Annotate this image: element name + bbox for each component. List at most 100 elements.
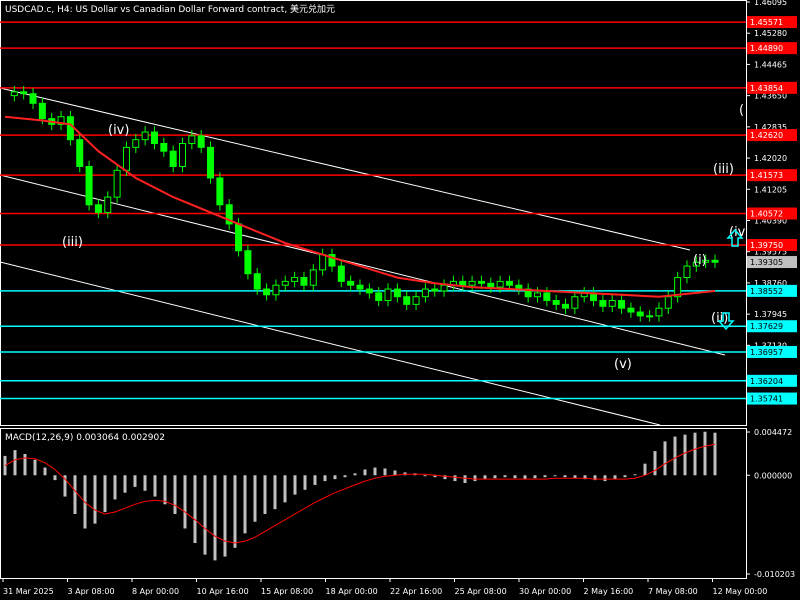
wave-label: (iii): [62, 235, 83, 250]
candle[interactable]: [94, 204, 102, 213]
macd-panel[interactable]: 0.004472 0.000000 -0.010203: [0, 428, 796, 579]
candle[interactable]: [244, 250, 252, 275]
candle[interactable]: [150, 131, 158, 145]
support-level-label: 1.37629: [750, 322, 783, 331]
macd-histogram-bar: [713, 432, 717, 476]
macd-histogram-bar: [633, 474, 637, 476]
candle[interactable]: [534, 292, 541, 298]
candle[interactable]: [10, 91, 18, 97]
candle[interactable]: [562, 303, 570, 309]
resistance-level-label: 1.41573: [750, 171, 783, 180]
candle[interactable]: [375, 292, 383, 302]
macd-histogram-bar: [253, 475, 257, 522]
macd-histogram-bar: [513, 475, 517, 479]
candle[interactable]: [263, 288, 271, 296]
macd-histogram-bar: [73, 475, 77, 514]
candle[interactable]: [365, 288, 373, 294]
candle[interactable]: [646, 315, 654, 318]
price-tick-label: 1.37945: [754, 310, 787, 319]
candle[interactable]: [197, 135, 205, 148]
candle[interactable]: [664, 296, 672, 309]
price-tick-label: 1.44465: [754, 60, 787, 69]
candle[interactable]: [421, 288, 429, 298]
macd-histogram-bar: [483, 475, 487, 480]
macd-histogram-bar: [23, 453, 27, 476]
macd-histogram-bar: [293, 475, 297, 495]
macd-histogram-bar: [603, 475, 607, 482]
macd-histogram-bar: [313, 475, 317, 485]
candle[interactable]: [85, 165, 93, 206]
candle[interactable]: [216, 177, 224, 206]
time-label: 8 Apr 00:00: [132, 587, 179, 596]
candle[interactable]: [477, 280, 485, 284]
candle[interactable]: [618, 300, 626, 309]
support-level-label: 1.36204: [750, 377, 783, 386]
candle[interactable]: [66, 116, 74, 141]
candle[interactable]: [655, 307, 663, 317]
candle[interactable]: [76, 139, 84, 167]
macd-histogram-bar: [533, 475, 537, 479]
macd-histogram-bar: [193, 475, 197, 544]
candle[interactable]: [608, 300, 616, 307]
candle[interactable]: [38, 102, 46, 120]
time-label: 7 May 08:00: [648, 587, 698, 596]
macd-histogram-bar: [33, 459, 37, 476]
macd-tick-label: -0.010203: [754, 570, 795, 579]
macd-histogram-bar: [363, 469, 367, 476]
candle[interactable]: [207, 146, 215, 179]
candle[interactable]: [543, 292, 551, 302]
candle[interactable]: [393, 288, 401, 298]
candle[interactable]: [412, 296, 420, 305]
candle[interactable]: [505, 280, 513, 286]
candle[interactable]: [459, 280, 467, 286]
candle[interactable]: [683, 265, 691, 279]
price-panel[interactable]: 1.460951.452801.444651.436501.428351.420…: [0, 0, 797, 426]
candle[interactable]: [188, 135, 196, 145]
candle[interactable]: [20, 91, 28, 95]
resistance-level-label: 1.39750: [750, 241, 783, 250]
candle[interactable]: [552, 300, 560, 305]
macd-histogram-bar: [563, 475, 567, 478]
candle[interactable]: [169, 150, 177, 167]
candle[interactable]: [403, 296, 411, 305]
candle[interactable]: [627, 307, 635, 313]
candle[interactable]: [160, 143, 168, 152]
candle[interactable]: [272, 284, 280, 296]
candle[interactable]: [113, 169, 121, 198]
candle[interactable]: [496, 280, 504, 288]
candle[interactable]: [309, 269, 317, 286]
candle[interactable]: [300, 277, 308, 286]
wave-label: (iv): [108, 123, 129, 138]
macd-histogram-bar: [103, 475, 107, 513]
candle[interactable]: [337, 265, 345, 282]
candle[interactable]: [347, 280, 355, 286]
candle[interactable]: [104, 196, 112, 213]
candle[interactable]: [29, 93, 37, 104]
channel-line: [0, 87, 691, 251]
candle[interactable]: [122, 146, 130, 171]
candle[interactable]: [179, 143, 186, 167]
candle[interactable]: [440, 284, 448, 292]
time-label: 25 Apr 08:00: [455, 587, 507, 596]
candle[interactable]: [711, 259, 719, 263]
candle[interactable]: [132, 139, 140, 148]
candle[interactable]: [384, 288, 392, 302]
candle[interactable]: [281, 280, 289, 286]
candle[interactable]: [487, 282, 495, 288]
candle[interactable]: [468, 280, 476, 286]
candle[interactable]: [253, 273, 261, 290]
candle[interactable]: [356, 284, 364, 290]
candle[interactable]: [291, 277, 299, 282]
candle[interactable]: [431, 288, 439, 292]
candle[interactable]: [235, 223, 243, 252]
candle[interactable]: [319, 254, 327, 271]
candle[interactable]: [599, 300, 607, 307]
macd-frame: [0, 428, 747, 579]
macd-tick-label: 0.000000: [754, 471, 792, 480]
candle[interactable]: [571, 296, 579, 309]
macd-histogram-bar: [453, 475, 457, 482]
candle[interactable]: [636, 311, 644, 317]
macd-histogram-bar: [373, 467, 377, 476]
candle[interactable]: [141, 131, 149, 141]
macd-histogram-bar: [643, 463, 647, 476]
